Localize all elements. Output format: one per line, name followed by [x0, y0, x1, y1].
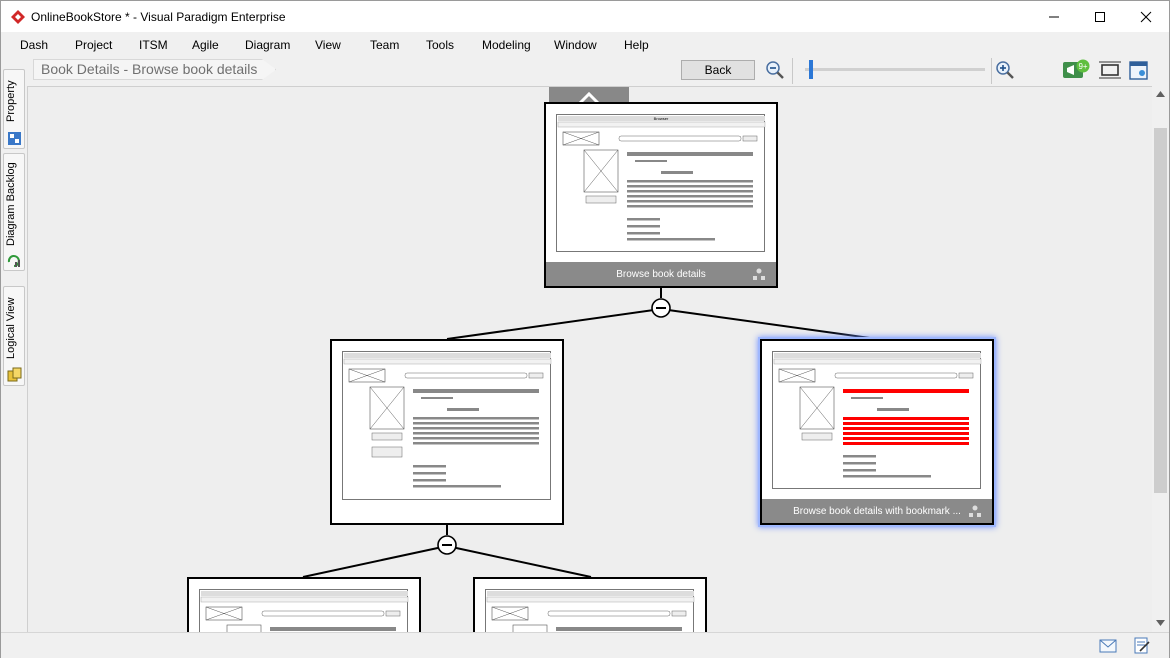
scrollbar-thumb[interactable]	[1154, 128, 1167, 493]
wireframe-thumbnail	[199, 589, 409, 632]
collapse-toggle-left[interactable]	[437, 535, 457, 555]
menu-itsm[interactable]: ITSM	[139, 38, 168, 52]
close-icon	[1140, 11, 1152, 22]
tab-logical-view-label: Logical View	[5, 297, 17, 359]
window-title: OnlineBookStore * - Visual Paradigm Ente…	[31, 9, 286, 24]
zoom-in-icon[interactable]	[994, 59, 1016, 81]
title-bar: OnlineBookStore * - Visual Paradigm Ente…	[1, 1, 1169, 32]
wireframe-thumbnail	[772, 351, 982, 489]
minimize-icon	[1049, 16, 1059, 17]
wireframe-node-grandchild-1[interactable]	[187, 577, 421, 632]
zoom-out-icon[interactable]	[764, 59, 786, 81]
wireframe-link-icon	[969, 505, 981, 517]
tab-diagram-backlog[interactable]: Diagram Backlog	[3, 153, 25, 271]
menu-modeling[interactable]: Modeling	[482, 38, 531, 52]
app-logo-icon	[11, 9, 25, 24]
menu-window[interactable]: Window	[554, 38, 597, 52]
collapse-toggle-root[interactable]	[651, 298, 671, 318]
wireframe-thumbnail	[485, 589, 695, 632]
wireframe-node-root[interactable]: Browser Browse book details	[544, 102, 778, 288]
wireframe-thumbnail: Browser	[556, 114, 766, 252]
wireframe-drawing: Browser	[557, 116, 766, 241]
wireframe-link-icon	[753, 268, 765, 280]
close-button[interactable]	[1123, 1, 1169, 32]
maximize-icon	[1095, 11, 1105, 22]
child-right-caption-label: Browse book details with bookmark ...	[793, 505, 961, 517]
menu-agile[interactable]: Agile	[192, 38, 219, 52]
tab-property-label: Property	[5, 80, 17, 122]
wf-title: Browser	[654, 116, 669, 121]
toolbar-separator	[991, 58, 992, 84]
wireframe-drawing	[486, 591, 695, 632]
back-button-label: Back	[704, 63, 732, 77]
scroll-down-icon[interactable]	[1156, 620, 1165, 626]
fit-diagram-icon[interactable]	[1098, 59, 1122, 81]
mail-icon[interactable]	[1099, 639, 1117, 653]
menu-project[interactable]: Project	[75, 38, 112, 52]
menu-view[interactable]: View	[315, 38, 341, 52]
maximize-button[interactable]	[1077, 1, 1123, 32]
node-caption: Browse book details	[546, 262, 776, 286]
menu-bar: Dash Project ITSM Agile Diagram View Tea…	[1, 34, 1169, 56]
menu-tools[interactable]: Tools	[426, 38, 454, 52]
tab-diagram-backlog-label: Diagram Backlog	[5, 162, 17, 246]
application-window: OnlineBookStore * - Visual Paradigm Ente…	[0, 0, 1170, 658]
notification-badge: 9+	[1078, 62, 1087, 71]
menu-help[interactable]: Help	[624, 38, 649, 52]
property-icon	[8, 132, 21, 145]
menu-team[interactable]: Team	[370, 38, 399, 52]
vertical-scrollbar[interactable]	[1152, 86, 1169, 632]
layout-icon[interactable]	[1127, 59, 1151, 81]
zoom-slider-thumb[interactable]	[809, 60, 813, 79]
left-rail: Property Diagram Backlog Logical View	[1, 59, 27, 639]
minimize-button[interactable]	[1031, 1, 1077, 32]
notification-icon[interactable]: 9+	[1062, 59, 1092, 81]
wireframe-drawing	[200, 591, 409, 632]
scroll-up-icon[interactable]	[1156, 91, 1165, 97]
menu-diagram[interactable]: Diagram	[245, 38, 290, 52]
node-caption: Browse book details with bookmark ...	[762, 499, 992, 523]
back-button[interactable]: Back	[681, 60, 755, 80]
tab-property[interactable]: Property	[3, 69, 25, 149]
wireframe-node-child-right[interactable]: Browse book details with bookmark ...	[760, 339, 994, 525]
root-caption-label: Browse book details	[616, 268, 706, 280]
toolbar-separator	[792, 58, 793, 84]
diagram-canvas[interactable]: Browser Browse book details Browse book …	[27, 86, 1152, 632]
status-bar	[1, 632, 1169, 658]
wireframe-node-grandchild-2[interactable]	[473, 577, 707, 632]
wireframe-drawing	[343, 353, 552, 488]
breadcrumb[interactable]: Book Details - Browse book details	[33, 59, 277, 80]
logical-view-icon	[7, 367, 22, 382]
wireframe-drawing	[773, 353, 982, 478]
wireframe-node-child-left[interactable]	[330, 339, 564, 525]
zoom-slider-track[interactable]	[805, 68, 985, 71]
menu-dash[interactable]: Dash	[20, 38, 48, 52]
backlog-icon	[7, 255, 20, 267]
breadcrumb-label: Book Details - Browse book details	[41, 61, 258, 77]
tab-logical-view[interactable]: Logical View	[3, 286, 25, 386]
document-edit-icon[interactable]	[1134, 637, 1150, 655]
diagram-toolbar: Book Details - Browse book details Back …	[27, 56, 1169, 86]
wireframe-thumbnail	[342, 351, 552, 500]
